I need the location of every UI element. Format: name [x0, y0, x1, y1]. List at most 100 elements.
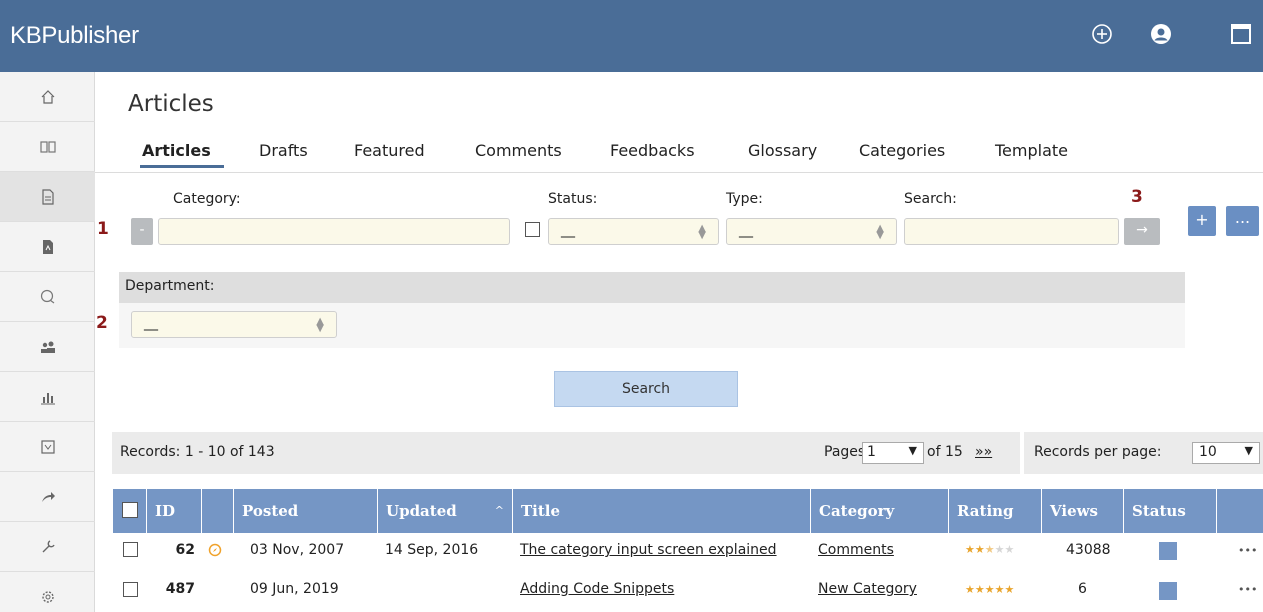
sidebar-item-articles[interactable]: [0, 172, 95, 222]
sidebar-item-files[interactable]: [0, 222, 95, 272]
wrench-icon: [42, 539, 55, 552]
row-title-link[interactable]: The category input screen explained: [520, 533, 777, 568]
share-icon: [41, 491, 55, 502]
book-icon: [39, 140, 56, 153]
top-bar: KBPublisher: [0, 0, 1263, 72]
more-options-button[interactable]: ...: [1226, 206, 1259, 236]
table-row[interactable]: 62 03 Nov, 2007 14 Sep, 2016 The categor…: [113, 533, 1263, 568]
document-icon: [41, 188, 54, 205]
select-all-checkbox[interactable]: [122, 502, 138, 518]
sidebar-item-users[interactable]: [0, 322, 95, 372]
pages-total: of 15: [927, 444, 963, 460]
marker-2: 2: [96, 313, 108, 333]
rating-stars: ★★★★★: [965, 543, 1014, 556]
sidebar-item-stats[interactable]: [0, 422, 95, 472]
app-title[interactable]: KBPublisher: [10, 22, 139, 50]
sort-asc-icon: ^: [494, 504, 504, 517]
sidebar: [0, 72, 95, 612]
status-indicator[interactable]: [1159, 582, 1177, 600]
tab-drafts[interactable]: Drafts: [259, 141, 308, 160]
col-id[interactable]: ID: [146, 489, 201, 533]
select-arrow-icon: ▲ ▼: [876, 223, 884, 241]
star-icon: ★★★★★: [965, 583, 1015, 596]
category-clear-button[interactable]: -: [131, 218, 153, 245]
tab-feedbacks[interactable]: Feedbacks: [610, 141, 695, 160]
col-posted[interactable]: Posted: [233, 489, 377, 533]
next-pages-link[interactable]: »»: [975, 444, 992, 460]
marker-1: 1: [97, 219, 109, 239]
sidebar-item-book[interactable]: [0, 122, 95, 172]
tabs-divider: [95, 172, 1263, 173]
compass-icon: [208, 543, 222, 557]
sidebar-item-feedback[interactable]: [0, 272, 95, 322]
col-rating[interactable]: Rating: [948, 489, 1041, 533]
col-updated-label: Updated: [386, 502, 457, 520]
department-header: Department:: [119, 272, 1185, 303]
col-actions: [1216, 489, 1263, 533]
col-flag: [201, 489, 233, 533]
search-label: Search:: [904, 191, 957, 207]
department-select[interactable]: __ ▲ ▼: [131, 311, 337, 338]
col-status[interactable]: Status: [1123, 489, 1216, 533]
category-checkbox[interactable]: [525, 222, 540, 237]
row-updated: 14 Sep, 2016: [385, 542, 479, 558]
window-icon[interactable]: [1229, 22, 1253, 46]
sidebar-item-tools[interactable]: [0, 522, 95, 572]
type-label: Type:: [726, 191, 763, 207]
department-label: Department:: [125, 278, 215, 294]
tab-template[interactable]: Template: [995, 141, 1068, 160]
chart-icon: [40, 392, 55, 404]
row-actions-menu[interactable]: •••: [1238, 572, 1257, 607]
sidebar-item-share[interactable]: [0, 472, 95, 522]
file-icon: [42, 239, 53, 254]
sidebar-item-settings[interactable]: [0, 572, 95, 612]
add-button[interactable]: +: [1188, 206, 1216, 236]
active-tab-underline: [140, 165, 224, 168]
row-checkbox[interactable]: [123, 542, 138, 557]
row-title-link[interactable]: Adding Code Snippets: [520, 572, 674, 607]
select-arrow-icon: ▲ ▼: [316, 316, 324, 334]
department-select-value: __: [144, 315, 158, 331]
col-views[interactable]: Views: [1041, 489, 1123, 533]
sidebar-item-reports[interactable]: [0, 372, 95, 422]
plus-circle-icon[interactable]: [1090, 22, 1114, 46]
records-per-page-value: 10: [1199, 444, 1217, 460]
sidebar-item-home[interactable]: [0, 72, 95, 122]
tab-featured[interactable]: Featured: [354, 141, 425, 160]
category-label: Category:: [173, 191, 241, 207]
row-checkbox[interactable]: [123, 582, 138, 597]
records-count: Records: 1 - 10 of 143: [120, 444, 275, 460]
row-posted: 09 Jun, 2019: [250, 581, 339, 597]
department-panel: Department: __ ▲ ▼: [119, 272, 1185, 348]
records-per-page-select[interactable]: 10 ▼: [1192, 442, 1260, 464]
tab-glossary[interactable]: Glossary: [748, 141, 817, 160]
go-button[interactable]: →: [1124, 218, 1160, 245]
tab-categories[interactable]: Categories: [859, 141, 945, 160]
user-icon[interactable]: [1149, 22, 1173, 46]
tab-comments[interactable]: Comments: [475, 141, 562, 160]
row-category-link[interactable]: New Category: [818, 572, 917, 607]
tab-articles[interactable]: Articles: [142, 141, 211, 160]
col-updated[interactable]: Updated ^: [377, 489, 512, 533]
row-actions-menu[interactable]: •••: [1238, 533, 1257, 568]
category-field[interactable]: [158, 218, 510, 245]
col-category[interactable]: Category: [810, 489, 948, 533]
type-select-value: __: [739, 222, 753, 238]
marker-3: 3: [1131, 187, 1143, 207]
page-select[interactable]: 1 ▼: [862, 442, 924, 464]
type-select[interactable]: __ ▲ ▼: [726, 218, 897, 245]
search-button[interactable]: Search: [554, 371, 738, 407]
row-category-link[interactable]: Comments: [818, 533, 894, 568]
col-title[interactable]: Title: [512, 489, 810, 533]
status-indicator[interactable]: [1159, 542, 1177, 560]
table-row[interactable]: 487 09 Jun, 2019 Adding Code Snippets Ne…: [113, 576, 1263, 612]
home-icon: [41, 89, 54, 104]
search-input[interactable]: [904, 218, 1119, 245]
empty-star-icon: ★★: [994, 543, 1015, 556]
row-posted: 03 Nov, 2007: [250, 542, 345, 558]
page-select-value: 1: [867, 444, 876, 460]
status-select-value: __: [561, 222, 575, 238]
row-views: 6: [1078, 581, 1087, 597]
status-select[interactable]: __ ▲ ▼: [548, 218, 719, 245]
gear-icon: [41, 590, 54, 603]
